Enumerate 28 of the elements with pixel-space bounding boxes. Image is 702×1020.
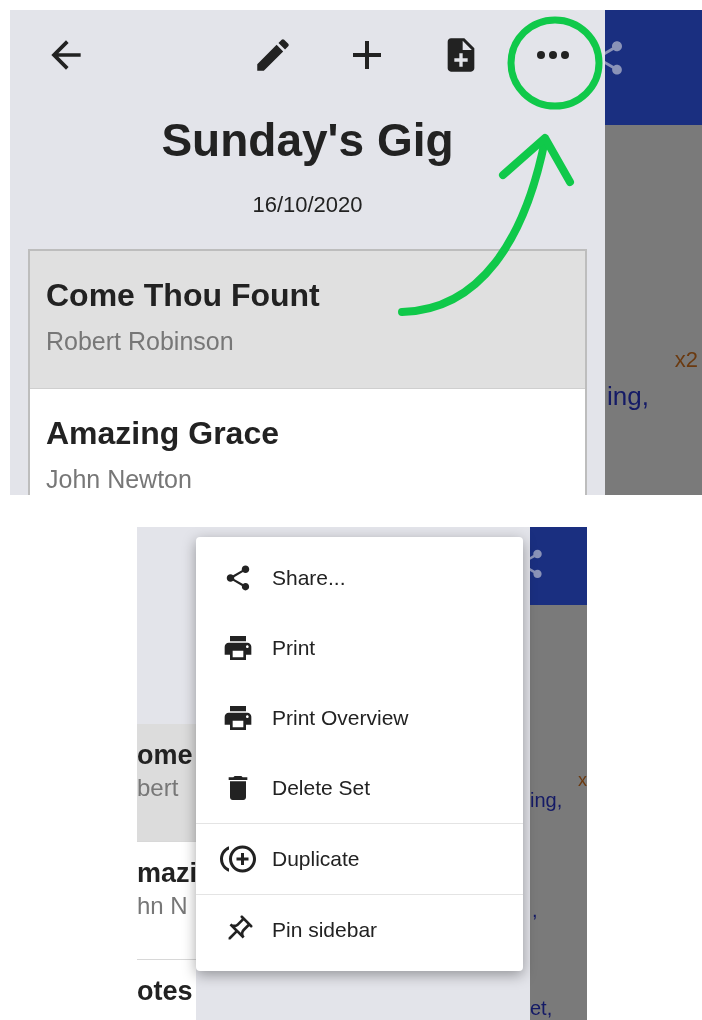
song-author: hn N [137, 891, 188, 921]
menu-item[interactable]: Print Overview [196, 683, 523, 753]
set-title: Sunday's Gig [161, 113, 454, 168]
song-row[interactable]: Come Thou Fount Robert Robinson [30, 251, 585, 389]
song-title: mazi [137, 857, 198, 890]
background-text: ing, [607, 380, 649, 413]
background-text: , [532, 898, 538, 923]
background-text: ing, [530, 788, 563, 813]
song-row[interactable]: otes [137, 960, 196, 1020]
menu-item[interactable]: Share... [196, 543, 523, 613]
song-author: John Newton [46, 464, 193, 495]
song-row[interactable]: mazi hn N [137, 842, 196, 960]
menu-item[interactable]: Duplicate [196, 824, 523, 894]
song-title: otes [137, 975, 193, 1008]
menu-item[interactable]: Print [196, 613, 523, 683]
song-title: Come Thou Fount [46, 276, 321, 315]
song-title: ome [137, 739, 193, 772]
menu-item[interactable]: Pin sidebar [196, 895, 523, 965]
song-row[interactable]: ome bert [137, 724, 196, 842]
song-author: bert [137, 773, 179, 803]
menu-item[interactable]: Delete Set [196, 753, 523, 823]
set-date: 16/10/2020 [252, 191, 363, 219]
more-icon [537, 51, 569, 59]
song-author: Robert Robinson [46, 326, 235, 357]
background-text: x [578, 769, 587, 792]
background-text: et, [530, 996, 553, 1020]
background-text: x2 [674, 346, 698, 374]
song-title: Amazing Grace [46, 414, 280, 453]
